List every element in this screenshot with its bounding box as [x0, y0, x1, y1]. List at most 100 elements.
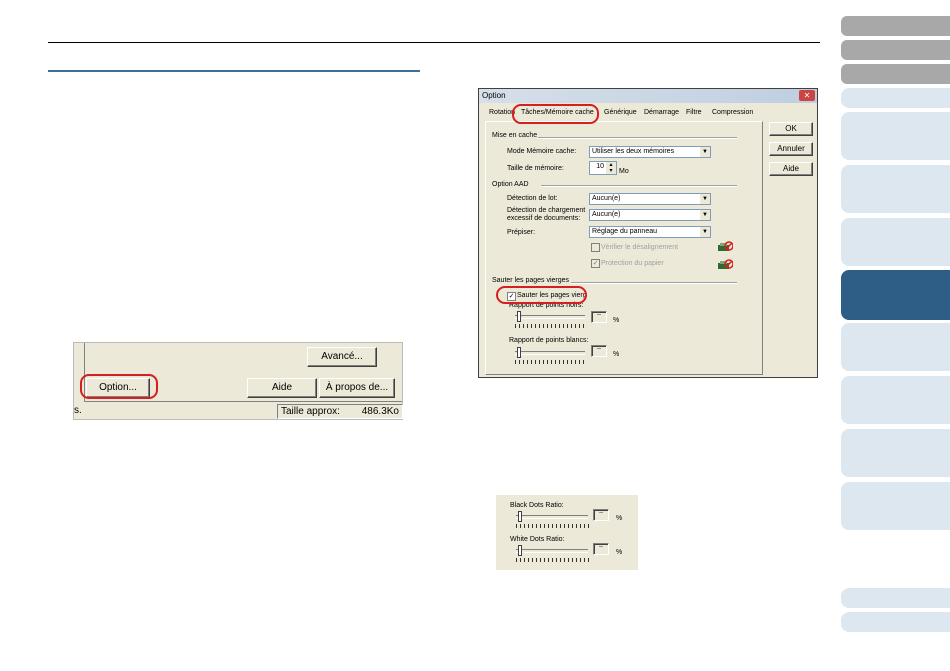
white-dots-field[interactable]: --	[593, 543, 609, 555]
paper-protection-label: Protection du papier	[601, 260, 664, 267]
dots-ratio-panel: Black Dots Ratio: -- % White Dots Ratio:…	[496, 495, 638, 570]
cache-mode-value: Utiliser les deux mémoires	[592, 148, 675, 155]
ok-button[interactable]: OK	[769, 122, 813, 136]
black-dots-ticks	[516, 524, 590, 528]
side-tab-7[interactable]	[841, 218, 950, 266]
adf-group-label: Option AAD	[491, 181, 530, 188]
white-ratio-label: Rapport de points blancs:	[509, 337, 589, 344]
white-ratio-ticks	[515, 360, 587, 364]
status-size-panel: Taille approx: 486.3Ko	[277, 404, 403, 419]
dialog-title: Option	[482, 91, 506, 100]
section-rule	[48, 70, 420, 72]
status-size-label: Taille approx:	[281, 406, 340, 417]
tab-filter[interactable]: Filtre	[686, 109, 702, 116]
side-tab-1[interactable]	[841, 16, 950, 36]
side-tab-12[interactable]	[841, 482, 950, 530]
white-dots-label: White Dots Ratio:	[510, 536, 565, 543]
side-tab-4[interactable]	[841, 88, 950, 108]
highlight-skip-blank	[496, 286, 587, 304]
help-button[interactable]: Aide	[769, 162, 813, 176]
overload-label-2: excessif de documents:	[507, 215, 581, 222]
tab-compression[interactable]: Compression	[712, 109, 753, 116]
prepick-select[interactable]: Réglage du panneau ▼	[589, 226, 711, 238]
overload-label-1: Détection de chargement	[507, 207, 586, 214]
option-dialog: Option ✕ Rotation Tâches/Mémoire cache G…	[478, 88, 818, 378]
side-tab-3[interactable]	[841, 64, 950, 84]
cache-size-unit: Mo	[619, 168, 629, 175]
side-tab-10[interactable]	[841, 376, 950, 424]
chevron-down-icon: ▼	[699, 227, 710, 237]
tab-generic[interactable]: Générique	[604, 109, 637, 116]
cancel-button[interactable]: Annuler	[769, 142, 813, 156]
blank-group-label: Sauter les pages vierges	[491, 277, 571, 284]
scanner-warning-icon	[717, 241, 734, 252]
group-line	[571, 282, 737, 284]
side-tab-13[interactable]	[841, 588, 950, 608]
white-ratio-track[interactable]	[515, 351, 585, 355]
close-icon[interactable]: ✕	[799, 90, 815, 101]
cache-mode-select[interactable]: Utiliser les deux mémoires ▼	[589, 146, 711, 158]
overload-select[interactable]: Aucun(e) ▼	[589, 209, 711, 221]
side-tab-11[interactable]	[841, 429, 950, 477]
batch-value: Aucun(e)	[592, 195, 621, 202]
overload-value: Aucun(e)	[592, 211, 621, 218]
side-tab-5[interactable]	[841, 112, 950, 160]
white-dots-value: --	[599, 544, 603, 550]
about-button[interactable]: À propos de...	[319, 378, 395, 398]
black-ratio-thumb[interactable]	[517, 311, 521, 322]
status-fragment: s.	[74, 405, 82, 416]
chevron-down-icon: ▼	[699, 147, 710, 157]
highlight-cache-tab	[512, 104, 599, 124]
group-line	[541, 185, 737, 187]
chevron-down-icon: ▼	[699, 210, 710, 220]
cache-size-stepper[interactable]: 10 ▴ ▾	[589, 161, 617, 175]
group-line	[537, 137, 737, 139]
chevron-down-icon: ▼	[699, 194, 710, 204]
help-button[interactable]: Aide	[247, 378, 317, 398]
highlight-option-button	[80, 374, 158, 399]
black-ratio-unit: %	[613, 317, 620, 324]
advanced-button[interactable]: Avancé...	[307, 347, 377, 367]
prepick-value: Réglage du panneau	[592, 228, 658, 235]
dialog-titlebar: Option ✕	[479, 89, 817, 103]
batch-select[interactable]: Aucun(e) ▼	[589, 193, 711, 205]
black-dots-thumb[interactable]	[518, 511, 522, 522]
side-tab-2[interactable]	[841, 40, 950, 60]
black-ratio-ticks	[515, 324, 587, 328]
black-dots-label: Black Dots Ratio:	[510, 502, 564, 509]
scanner-warning-icon	[717, 259, 734, 270]
white-dots-thumb[interactable]	[518, 545, 522, 556]
white-ratio-thumb[interactable]	[517, 347, 521, 358]
black-ratio-track[interactable]	[515, 315, 585, 319]
cache-size-label: Taille de mémoire:	[507, 165, 564, 172]
white-dots-unit: %	[616, 549, 623, 556]
cache-mode-label: Mode Mémoire cache:	[507, 148, 577, 155]
batch-label: Détection de lot:	[507, 195, 558, 202]
black-dots-field[interactable]: --	[593, 509, 609, 521]
white-dots-track[interactable]	[516, 549, 588, 553]
tab-startup[interactable]: Démarrage	[644, 109, 679, 116]
prepick-label: Prépiser:	[507, 229, 536, 236]
paper-protection-checkbox[interactable]: ✓	[591, 259, 600, 268]
spin-arrows-icon[interactable]: ▴ ▾	[605, 162, 616, 174]
white-ratio-unit: %	[613, 351, 620, 358]
black-ratio-value: --	[597, 312, 601, 318]
white-ratio-value: --	[597, 346, 601, 352]
top-rule	[48, 42, 820, 43]
white-dots-ticks	[516, 558, 590, 562]
cache-size-value: 10	[596, 163, 604, 170]
white-ratio-field[interactable]: --	[591, 345, 607, 357]
side-tab-8-active[interactable]	[841, 270, 950, 320]
side-tab-9[interactable]	[841, 323, 950, 371]
black-dots-unit: %	[616, 515, 623, 522]
status-size-value: 486.3Ko	[361, 406, 399, 417]
black-dots-track[interactable]	[516, 515, 588, 519]
cache-group-label: Mise en cache	[491, 132, 539, 139]
side-tab-14[interactable]	[841, 612, 950, 632]
skew-checkbox[interactable]	[591, 243, 600, 252]
side-tab-6[interactable]	[841, 165, 950, 213]
skew-label: Vérifier le désalignement	[601, 244, 679, 251]
black-dots-value: --	[599, 510, 603, 516]
black-ratio-field[interactable]: --	[591, 311, 607, 323]
panel-border	[84, 401, 402, 402]
